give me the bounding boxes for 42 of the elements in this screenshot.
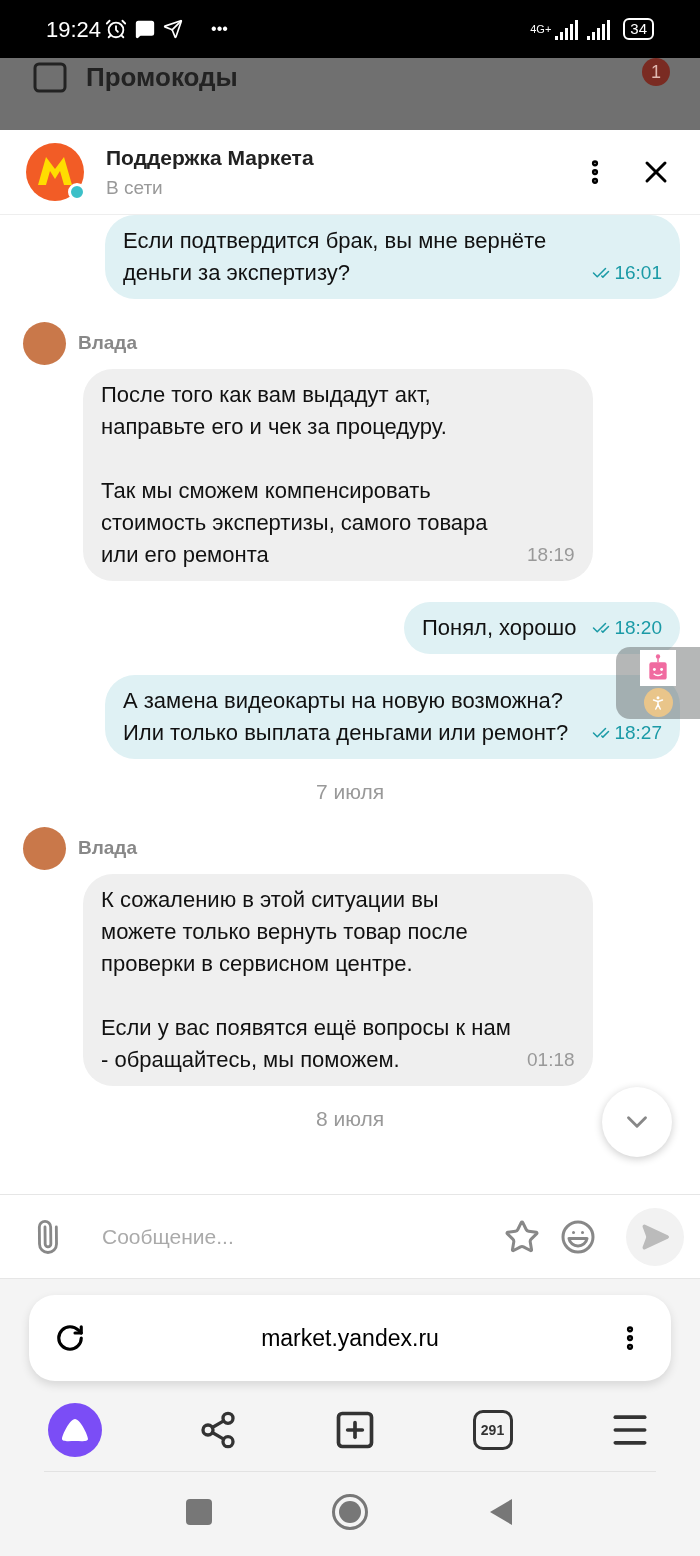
network-type: 4G+ [530,21,552,37]
message-time: 16:01 [592,257,662,289]
more-notifications: ••• [211,21,228,37]
alarm-icon [105,18,128,40]
url-text: market.yandex.ru [260,1323,440,1353]
notification-badge: 1 [642,58,670,86]
battery-indicator: 34 [623,18,654,40]
assistant-button[interactable] [48,1403,102,1457]
tabs-counter[interactable]: 291 [472,1410,513,1450]
message-time: 01:18 [527,1047,575,1072]
chat-title: Поддержка Маркета [106,145,314,171]
send-icon [640,1221,670,1252]
message-text: После того как вам выдадут акт, направьте его и чек за процедуру. [101,382,447,439]
avatar [23,826,66,870]
address-bar[interactable]: market.yandex.ru [29,1295,671,1381]
chat-icon [135,19,156,39]
message-text: К сожалению в этой ситуации вы можете только вернуть товар после проверки в сервисном центре. [101,886,468,976]
message-text: Понял, хорошо [421,614,577,642]
reload-icon[interactable] [55,1323,85,1353]
page-title: Промокоды [86,61,238,94]
message-text: Если у вас появятся ещё вопросы к нам - обращайтесь, мы поможем. [101,1013,511,1074]
assistant-icon [60,1417,90,1443]
date-separator: 8 июля [315,1105,385,1132]
message-time: 18:19 [527,543,575,567]
robot-icon[interactable] [640,650,676,686]
back-button[interactable] [488,1497,514,1527]
message-input[interactable]: Сообщение... [102,1220,504,1253]
home-button[interactable] [332,1494,368,1530]
sender-name: Влада [78,835,137,860]
status-time: 19:24 [46,15,102,44]
message-text: Если подтвердится брак, вы мне вернёте деньги за экспертизу? [123,227,548,287]
date-separator: 7 июля [315,779,385,805]
sender-name: Влада [78,331,137,356]
message-time: 18:20 [592,612,662,644]
message-time: 18:27 [592,717,662,749]
message-text: Так мы сможем компенсировать стоимость экспертизы, самого товара или его ремонта [101,477,489,569]
chat-status: В сети [106,175,164,200]
star-icon[interactable] [504,1218,540,1255]
message-text: А замена видеокарты на новую возможна? Или только выплата деньгами или ремонт? [123,687,570,747]
emoji-icon[interactable] [560,1218,596,1255]
avatar [23,322,66,365]
paper-plane-icon [163,19,184,39]
